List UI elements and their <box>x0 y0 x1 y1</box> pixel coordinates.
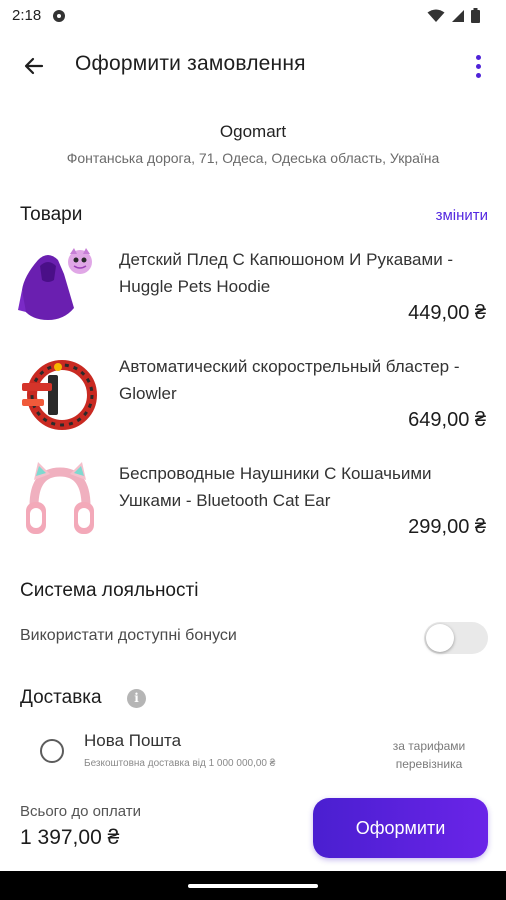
more-vert-icon <box>475 54 481 60</box>
delivery-option-note: Безкоштовна доставка від 1 000 000,00 ₴ <box>84 758 276 769</box>
total-value: 1 397,00 ₴ <box>20 826 120 849</box>
home-handle[interactable] <box>188 884 318 888</box>
more-menu-button[interactable] <box>466 50 490 82</box>
loyalty-section-title: Система лояльності <box>20 580 199 601</box>
page-title: Оформити замовлення <box>75 52 306 75</box>
purple-hoodie-image <box>18 248 92 320</box>
product-price: 449,00 ₴ <box>408 302 486 324</box>
back-button[interactable] <box>18 51 50 81</box>
status-time: 2:18 <box>12 7 42 24</box>
total-label: Всього до оплати <box>20 803 142 820</box>
delivery-option-name[interactable]: Нова Пошта <box>84 731 181 751</box>
more-vert-icon-dot <box>475 63 481 69</box>
signal-icon <box>452 9 464 22</box>
blaster-image <box>22 360 97 430</box>
app-bar: Оформити замовлення <box>0 38 506 94</box>
delivery-option-radio[interactable] <box>40 739 64 763</box>
change-goods-link[interactable]: змінити <box>436 207 488 224</box>
toggle-knob <box>426 624 454 652</box>
system-nav-bar <box>0 871 506 900</box>
store-address: Фонтанська дорога, 71, Одеса, Одеська об… <box>66 150 440 166</box>
product-name: Автоматический скорострельный бластер - … <box>119 357 460 403</box>
wifi-icon <box>427 9 445 22</box>
goods-section-title: Товари <box>20 204 83 225</box>
product-item[interactable]: Автоматический скорострельный бластер - … <box>0 353 506 453</box>
product-price: 649,00 ₴ <box>408 409 486 431</box>
delivery-section-title: Доставка <box>20 687 102 708</box>
product-item[interactable]: Беспроводные Наушники С Кошачьими Ушками… <box>0 460 506 560</box>
battery-icon <box>471 8 480 23</box>
product-item[interactable]: Детский Плед С Капюшоном И Рукавами - Hu… <box>0 246 506 346</box>
info-icon[interactable]: i <box>127 689 146 708</box>
use-bonus-toggle[interactable] <box>424 622 488 654</box>
store-name: Ogomart <box>219 122 287 141</box>
delivery-option-tariff: за тарифами перевізника <box>392 739 466 771</box>
checkout-button[interactable]: Оформити <box>313 798 488 858</box>
product-price: 299,00 ₴ <box>408 516 486 538</box>
product-name: Беспроводные Наушники С Кошачьими Ушками… <box>119 464 432 510</box>
cat-ear-headphones-image <box>26 462 94 534</box>
status-icons <box>427 8 480 23</box>
status-bar: 2:18 <box>0 0 506 34</box>
arrow-left-icon <box>24 57 44 75</box>
message-icon <box>53 10 65 22</box>
more-vert-icon-dot <box>475 72 481 78</box>
product-name: Детский Плед С Капюшоном И Рукавами - Hu… <box>119 250 454 296</box>
use-bonus-label: Використати доступні бонуси <box>20 627 237 644</box>
